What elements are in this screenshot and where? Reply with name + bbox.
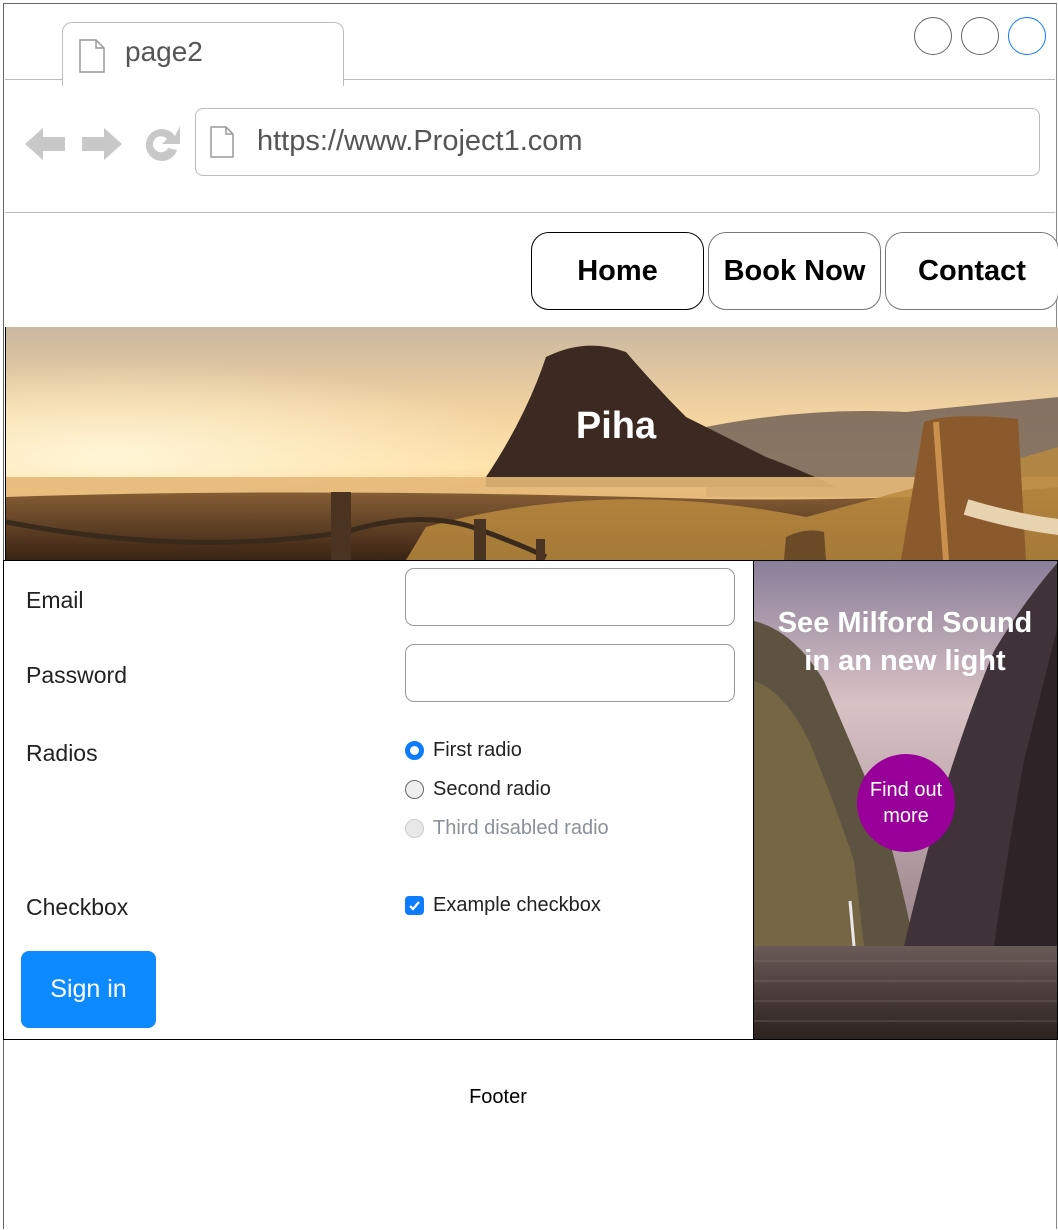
find-out-more-button[interactable]: Find out more	[857, 754, 955, 852]
address-bar-row: https://www.Project1.com	[5, 80, 1055, 213]
radio-label: Second radio	[433, 778, 551, 800]
close-button[interactable]	[1008, 17, 1046, 55]
radio-label: First radio	[433, 739, 522, 761]
tab-bar: page2	[5, 5, 1055, 86]
radio-button[interactable]	[405, 780, 424, 799]
checkbox-label: Checkbox	[26, 894, 129, 920]
sign-in-form: Email Password Radios First radio Second…	[3, 560, 753, 1040]
tab-label: page2	[125, 36, 203, 67]
password-label: Password	[26, 662, 127, 688]
radio-button-checked[interactable]	[405, 741, 424, 760]
promo-title: See Milford Sound in an new light	[777, 607, 1033, 677]
url-text: https://www.Project1.com	[257, 125, 583, 157]
maximize-button[interactable]	[961, 17, 999, 55]
nav-book-now-button[interactable]: Book Now	[708, 232, 881, 310]
promo-panel: See Milford Sound in an new light Find o…	[753, 560, 1058, 1040]
email-label: Email	[26, 587, 84, 613]
url-field[interactable]: https://www.Project1.com	[195, 108, 1040, 176]
password-field[interactable]	[405, 644, 735, 702]
browser-tab[interactable]: page2	[62, 22, 344, 86]
page-icon	[210, 126, 234, 158]
radio-label: Third disabled radio	[433, 817, 609, 839]
checkbox-option[interactable]: Example checkbox	[405, 894, 601, 917]
checkbox-checked[interactable]	[405, 896, 424, 915]
hero-title: Piha	[575, 405, 657, 447]
radios-label: Radios	[26, 740, 98, 766]
nav-home-button[interactable]: Home	[531, 232, 704, 310]
footer: Footer	[5, 1040, 1055, 1230]
checkbox-text: Example checkbox	[433, 894, 601, 916]
radio-option-third-disabled: Third disabled radio	[405, 817, 609, 840]
radio-option-second[interactable]: Second radio	[405, 778, 551, 801]
checkmark-icon	[409, 901, 420, 911]
forward-arrow-icon[interactable]	[80, 124, 124, 164]
radio-button-disabled	[405, 819, 424, 838]
site-navigation: Home Book Now Contact	[5, 214, 1058, 327]
reload-icon[interactable]	[140, 122, 184, 166]
back-arrow-icon[interactable]	[23, 124, 67, 164]
nav-contact-button[interactable]: Contact	[885, 232, 1058, 310]
sign-in-button[interactable]: Sign in	[21, 951, 156, 1028]
email-field[interactable]	[405, 568, 735, 626]
minimize-button[interactable]	[914, 17, 952, 55]
footer-text: Footer	[469, 1086, 527, 1108]
page-icon	[79, 39, 105, 73]
hero-banner: Piha	[5, 327, 1058, 560]
radio-option-first[interactable]: First radio	[405, 739, 522, 762]
